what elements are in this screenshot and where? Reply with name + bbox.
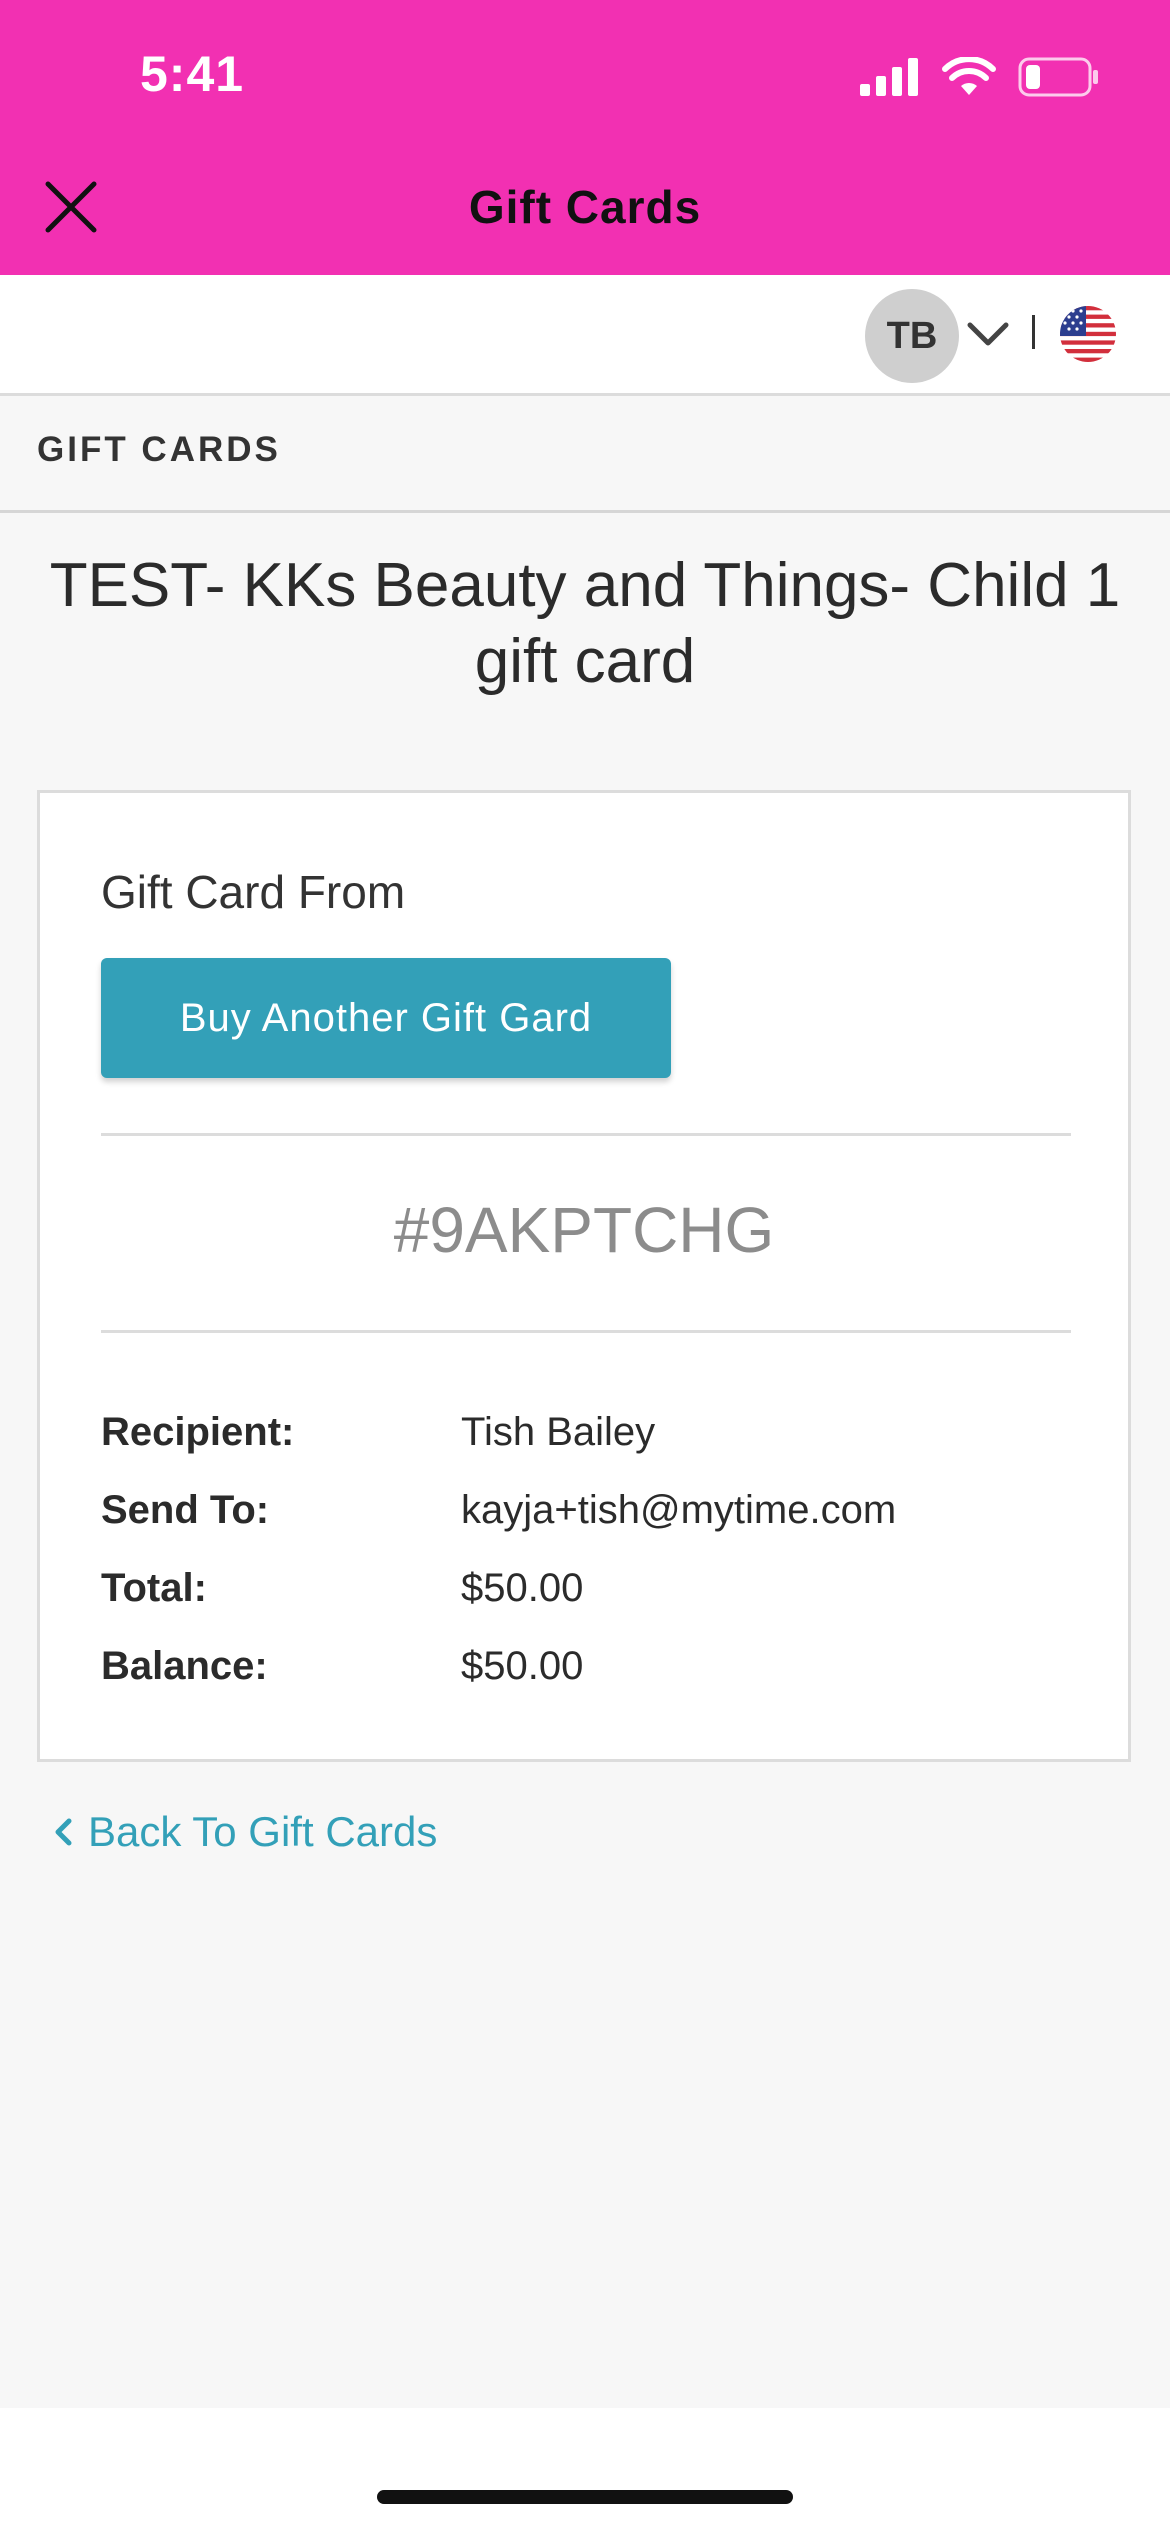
detail-key: Total: (101, 1565, 207, 1610)
account-bar: TB (0, 275, 1170, 396)
detail-value: kayja+tish@mytime.com (461, 1487, 897, 1532)
avatar[interactable]: TB (865, 289, 959, 383)
card-divider (101, 1133, 1071, 1136)
header-title: Gift Cards (468, 181, 702, 233)
account-menu-toggle[interactable] (966, 319, 1010, 349)
status-time: 5:41 (140, 46, 245, 102)
language-selector[interactable] (1060, 306, 1116, 362)
detail-value: $50.00 (461, 1565, 584, 1610)
gift-card-panel: Gift Card From Buy Another Gift Gard #9A… (37, 790, 1131, 1762)
chevron-left-icon (55, 1818, 72, 1846)
gift-card-details: Recipient: Tish Bailey Send To: kayja+ti… (101, 1393, 1071, 1705)
section-label: GIFT CARDS (37, 430, 281, 469)
detail-value: $50.00 (461, 1643, 584, 1688)
wifi-icon (942, 57, 996, 95)
detail-value: Tish Bailey (461, 1409, 656, 1454)
detail-key: Recipient: (101, 1409, 295, 1454)
divider (1032, 315, 1035, 349)
back-link-label: Back To Gift Cards (88, 1808, 438, 1855)
detail-key: Balance: (101, 1643, 268, 1688)
app-header: 5:41 Gift Cards (0, 0, 1170, 275)
gift-card-code: #9AKPTCHG (393, 1194, 775, 1266)
detail-row-send-to: Send To: kayja+tish@mytime.com (101, 1471, 1071, 1549)
detail-row-balance: Balance: $50.00 (101, 1627, 1071, 1705)
card-divider (101, 1330, 1071, 1333)
gift-card-from-label: Gift Card From (101, 866, 406, 918)
us-flag-icon (1060, 306, 1116, 362)
signal-icon (860, 58, 918, 96)
detail-key: Send To: (101, 1487, 270, 1532)
home-indicator[interactable] (377, 2490, 793, 2504)
bottom-safe-area (0, 2408, 1170, 2532)
chevron-down-icon (967, 322, 1009, 346)
section-divider (0, 510, 1170, 513)
battery-icon (1018, 57, 1098, 97)
page-title: TEST- KKs Beauty and Things- Child 1 gif… (49, 551, 1121, 696)
detail-row-recipient: Recipient: Tish Bailey (101, 1393, 1071, 1471)
buy-another-gift-card-button[interactable]: Buy Another Gift Gard (101, 958, 671, 1078)
detail-row-total: Total: $50.00 (101, 1549, 1071, 1627)
status-icons (860, 54, 1100, 100)
back-to-gift-cards-link[interactable]: Back To Gift Cards (52, 1808, 437, 1856)
